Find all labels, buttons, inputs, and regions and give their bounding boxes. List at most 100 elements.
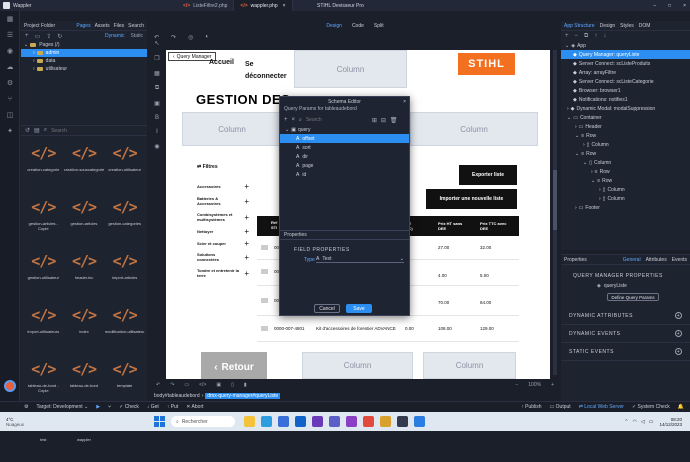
plus-icon[interactable]: + — [244, 227, 249, 236]
chevron-up-icon[interactable]: ⌃ — [624, 419, 628, 425]
nav-accueil[interactable]: Accueil — [209, 59, 234, 66]
start-button[interactable] — [154, 416, 165, 427]
retour-button[interactable]: ‹ Retour — [201, 352, 267, 379]
structure-item[interactable]: › ▯ Column — [561, 140, 690, 149]
volume-icon[interactable]: ◁ — [641, 419, 645, 425]
plus-icon[interactable]: + — [244, 253, 249, 262]
file-item[interactable]: </> gestion-utilisateur — [23, 247, 64, 297]
add-circle-icon[interactable]: + — [675, 312, 682, 319]
close-tab-icon[interactable]: × — [283, 3, 286, 9]
italic-icon[interactable]: I — [156, 129, 158, 135]
tree-item[interactable]: › utilisateur — [21, 65, 147, 73]
wifi-icon[interactable]: ◠ — [633, 419, 637, 425]
extensions-icon[interactable]: ✦ — [0, 123, 20, 139]
nav-deconnexion[interactable]: Se déconnecter — [245, 59, 295, 83]
abort-action[interactable]: ✕ Abort — [186, 404, 203, 410]
schema-param[interactable]: Aoffset — [280, 134, 409, 143]
system-check-action[interactable]: ✓ System Check — [632, 404, 670, 410]
structure-item[interactable]: ⌄ ≡ Row — [561, 176, 690, 185]
chrome-app-icon[interactable] — [363, 416, 374, 427]
zoom-out-icon[interactable]: − — [515, 382, 518, 388]
column-placeholder[interactable]: Column — [410, 112, 538, 146]
files-app-icon[interactable] — [380, 416, 391, 427]
structure-item[interactable]: › ≡ Row — [561, 167, 690, 176]
link-icon[interactable]: ⧉ — [155, 85, 159, 92]
terminal-app-icon[interactable] — [397, 416, 408, 427]
output-action[interactable]: ▭ Output — [550, 404, 571, 410]
save-button[interactable]: Save — [346, 304, 372, 313]
structure-item[interactable]: › ▯ Column — [561, 194, 690, 203]
mode-dynamic[interactable]: Dynamic — [105, 33, 124, 39]
file-item[interactable]: </> creation-categorie — [23, 139, 64, 189]
taskbar-search[interactable]: ⌕ Rechercher — [171, 416, 235, 427]
put-action[interactable]: ↑ Put — [167, 404, 178, 410]
git-branch-icon[interactable]: ⑂ — [108, 404, 111, 410]
tab-dom[interactable]: DOM — [639, 23, 651, 29]
tab-app-structure[interactable]: App Structure — [564, 23, 595, 29]
add-icon[interactable]: + — [565, 33, 569, 39]
cancel-button[interactable]: Cancel — [314, 304, 340, 313]
move-down-icon[interactable]: ↓ — [603, 33, 606, 39]
add-circle-icon[interactable]: + — [675, 348, 682, 355]
api-icon[interactable]: ⚙ — [0, 75, 20, 91]
zoom-level[interactable]: 100% — [528, 382, 541, 388]
section-static-events[interactable]: STATIC EVENTS + — [561, 343, 690, 361]
define-query-params-button[interactable]: Define Query Params — [607, 293, 659, 301]
tab-search[interactable]: Search — [128, 23, 144, 29]
tree-item[interactable]: › data — [21, 57, 147, 65]
structure-item[interactable]: ⌄ ≡ Row — [561, 131, 690, 140]
remove-icon[interactable]: − — [575, 33, 579, 39]
schema-param[interactable]: Apage — [280, 161, 409, 170]
structure-item[interactable]: ◆ Server Connect: scListeCategorie — [561, 77, 690, 86]
code-icon[interactable]: </> — [199, 382, 206, 388]
schema-param[interactable]: Aid — [280, 170, 409, 179]
filter-item[interactable]: Combisystèmes et multisystèmes + — [197, 209, 249, 225]
structure-item[interactable]: ◆ Notifications: notifies1 — [561, 95, 690, 104]
structure-item[interactable]: ⌄ ◈ App — [561, 41, 690, 50]
filter-item[interactable]: Accessoires + — [197, 179, 249, 193]
file-item[interactable]: </> import-utilisateurs — [23, 301, 64, 351]
publish-action[interactable]: ↑ Publish — [521, 404, 541, 410]
database-icon[interactable]: ◉ — [0, 43, 20, 59]
add-icon[interactable]: + — [284, 117, 288, 123]
column-placeholder[interactable]: Column — [302, 352, 413, 379]
image-icon[interactable]: ▣ — [154, 100, 160, 107]
structure-item[interactable]: ◆ Server Connect: scListeProduits — [561, 59, 690, 68]
structure-item[interactable]: ⌄ ≡ Row — [561, 149, 690, 158]
check-action[interactable]: ✓ Check — [119, 404, 139, 410]
close-icon[interactable]: × — [292, 117, 296, 123]
tree-item[interactable]: › admin — [21, 49, 147, 57]
view-split[interactable]: Split — [374, 23, 384, 29]
breadcrumb-item-active[interactable]: dmx-query-manager#queryListe — [205, 392, 281, 399]
history-icon[interactable]: ↺ — [25, 127, 30, 134]
bold-icon[interactable]: B — [155, 115, 159, 121]
system-tray[interactable]: ⌃ ◠ ◁ ▭ — [624, 419, 653, 425]
tab-assets[interactable]: Assets — [95, 23, 110, 29]
filter-item[interactable]: Nettoyer + — [197, 225, 249, 237]
file-item[interactable]: </> tableau-de-bord — [64, 355, 105, 405]
file-item[interactable]: </> header.inc — [64, 247, 105, 297]
explorer-app-icon[interactable] — [244, 416, 255, 427]
structure-item[interactable]: ⌄ ▭ Container — [561, 113, 690, 122]
column-placeholder[interactable]: Column — [423, 352, 516, 379]
clock[interactable]: 08:20 14/12/2023 — [653, 417, 690, 427]
zoom-in-icon[interactable]: + — [551, 382, 554, 388]
expand-icon[interactable]: ⊞ — [372, 117, 377, 124]
schema-search-input[interactable] — [305, 116, 360, 124]
file-item[interactable]: </> creation-souscategorie — [64, 139, 105, 189]
file-item[interactable]: </> tableau-de-bord - Copie — [23, 355, 64, 405]
file-item[interactable]: </> creation-utilisateur — [104, 139, 145, 189]
structure-item[interactable]: › ◆ Dynamic Modal: modalSuppression — [561, 104, 690, 113]
forward-icon[interactable]: ↷ — [170, 382, 174, 388]
filter-item[interactable]: Batteries & Accessoires + — [197, 193, 249, 209]
move-up-icon[interactable]: ↑ — [594, 33, 597, 39]
grid-icon[interactable]: ▦ — [154, 70, 160, 77]
gear-icon[interactable]: ⚙ — [24, 404, 28, 410]
tab-attributes[interactable]: Attributes — [646, 257, 667, 263]
tab-listefiltre2[interactable]: </> ListeFiltre2.php — [177, 0, 235, 11]
desktop-icon[interactable]: ▣ — [216, 382, 221, 388]
resources-icon[interactable]: ◫ — [0, 107, 20, 123]
cloud-icon[interactable]: ☁ — [0, 59, 20, 75]
target-select[interactable]: Target: Development ⌄ — [36, 404, 88, 410]
vscode-app-icon[interactable] — [312, 416, 323, 427]
